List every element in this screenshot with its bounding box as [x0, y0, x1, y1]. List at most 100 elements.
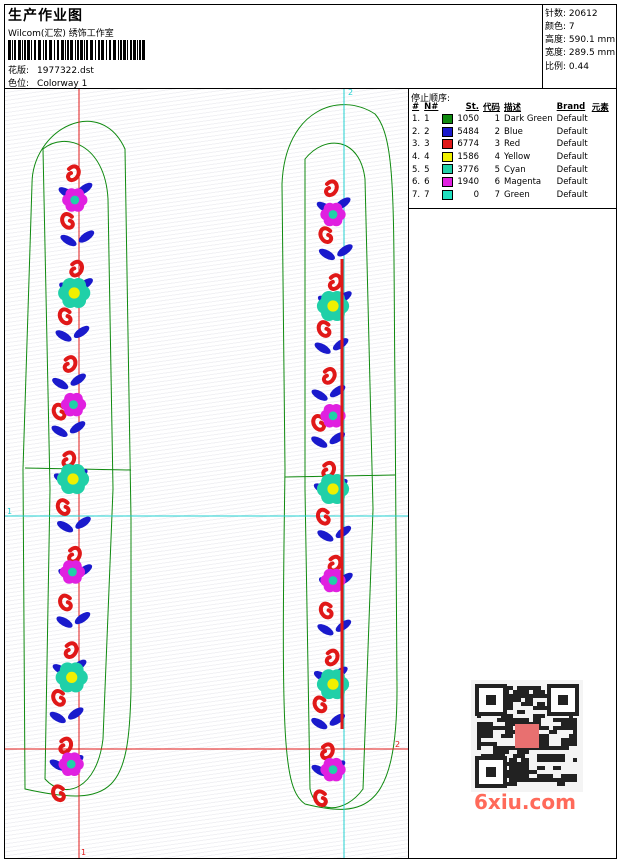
qr-module [561, 774, 565, 778]
qr-module [557, 766, 561, 770]
qr-module [521, 766, 525, 770]
qr-code [471, 680, 583, 792]
swirl-shape [55, 498, 71, 516]
leaf-shape [314, 342, 331, 354]
col-stitches: St. [465, 102, 480, 112]
color-row[interactable]: 5. 5 3776 5 Cyan Default [410, 163, 611, 176]
qr-module [573, 778, 577, 782]
col-brand: Brand [556, 102, 586, 112]
leaf-shape [56, 616, 73, 628]
qr-module [501, 750, 505, 754]
qr-module [561, 746, 565, 750]
barcode-bar [18, 40, 21, 60]
color-row[interactable]: 6. 6 1940 6 Magenta Default [410, 176, 611, 189]
qr-module [513, 718, 517, 722]
swirl-shape [324, 179, 339, 198]
qr-module [513, 754, 517, 758]
cell-brand: Default [556, 114, 588, 125]
barcode-bar [139, 40, 141, 60]
design-canvas[interactable]: 2 1 2 1 [5, 89, 408, 858]
cell-idx: 7. [412, 189, 421, 200]
qr-module [537, 706, 541, 710]
qr-module [513, 690, 517, 694]
qr-module [509, 746, 513, 750]
qr-module [541, 694, 545, 698]
qr-module [481, 722, 485, 726]
color-row[interactable]: 3. 3 6774 3 Red Default [410, 138, 611, 151]
cell-st: 6774 [457, 139, 480, 150]
qr-module [521, 718, 525, 722]
cell-elem [590, 151, 611, 164]
qr-module [509, 726, 513, 730]
swirl-shape [312, 695, 328, 714]
qr-module [513, 758, 517, 762]
cell-elem [590, 113, 611, 126]
qr-module [545, 734, 549, 738]
design-value: 1977322.dst [37, 66, 94, 76]
barcode-bar [127, 40, 128, 60]
color-row[interactable]: 4. 4 1586 4 Yellow Default [410, 151, 611, 164]
qr-module [533, 718, 537, 722]
qr-module [537, 694, 541, 698]
qr-module [573, 734, 577, 738]
left-strip-outline [22, 120, 132, 797]
cell-desc: Green [504, 189, 530, 200]
qr-module [573, 742, 577, 746]
qr-finder-core [486, 767, 496, 777]
qr-module [517, 710, 521, 714]
color-table-header: # N# St. 代码 描述 Brand 元素 [410, 101, 611, 113]
qr-module [561, 754, 565, 758]
barcode-bar [22, 40, 23, 60]
cell-desc: Red [504, 139, 521, 150]
swirl-shape [316, 320, 332, 338]
qr-module [505, 734, 509, 738]
qr-module [509, 722, 513, 726]
qr-module [477, 722, 481, 726]
leaf-shape [311, 717, 328, 730]
swirl-shape [313, 789, 328, 808]
qr-module [541, 778, 545, 782]
qr-module [517, 762, 521, 766]
cell-idx: 1. [412, 114, 421, 125]
qr-module [573, 738, 577, 742]
cell-swatch [440, 113, 455, 126]
color-swatch [442, 177, 454, 188]
qr-module [509, 706, 513, 710]
flower-center [66, 759, 76, 769]
qr-module [541, 774, 545, 778]
qr-module [549, 758, 553, 762]
qr-module [573, 718, 577, 722]
barcode-bar [65, 40, 66, 60]
qr-module [501, 734, 505, 738]
qr-module [513, 774, 517, 778]
qr-module [517, 774, 521, 778]
qr-module [477, 726, 481, 730]
cell-brand: Default [556, 126, 588, 137]
color-row[interactable]: 7. 7 0 7 Green Default [410, 189, 611, 202]
barcode-bar [67, 40, 69, 60]
qr-module [513, 778, 517, 782]
swirl-shape [69, 259, 84, 278]
qr-module [501, 746, 505, 750]
cell-code: 2 [494, 126, 501, 137]
qr-module [505, 750, 509, 754]
flower-center [327, 678, 339, 690]
cell-idx: 6. [412, 177, 421, 188]
qr-module [521, 694, 525, 698]
qr-module [517, 718, 521, 722]
barcode-bar [120, 40, 122, 60]
swirl-shape [318, 601, 334, 620]
qr-module [569, 742, 573, 746]
qr-module [509, 730, 513, 734]
qr-module [537, 714, 541, 718]
qr-module [553, 746, 557, 750]
qr-module [525, 690, 529, 694]
stat-height: 高度: 590.1 mm [545, 35, 616, 45]
cell-elem [590, 189, 611, 202]
qr-module [573, 758, 577, 762]
color-row[interactable]: 1. 1 1050 1 Dark Green Default [410, 113, 611, 126]
color-row[interactable]: 2. 2 5484 2 Blue Default [410, 126, 611, 139]
cell-idx: 4. [412, 152, 421, 163]
leaf-shape [311, 389, 328, 401]
qr-module [513, 694, 517, 698]
